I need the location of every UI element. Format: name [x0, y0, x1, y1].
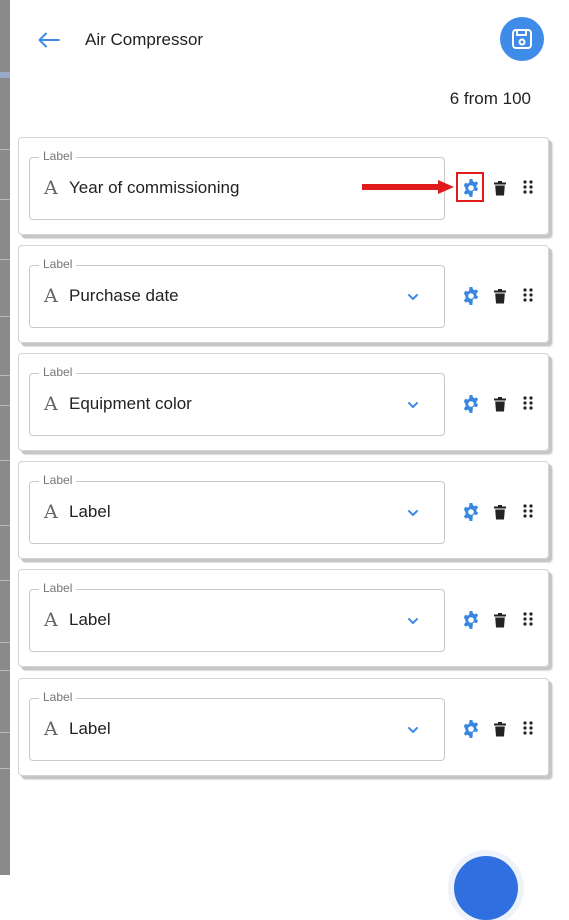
- trash-icon: [494, 180, 506, 195]
- drag-handle-icon: [523, 721, 533, 735]
- drag-handle-icon: [523, 504, 533, 518]
- drag-handle[interactable]: [519, 284, 537, 306]
- delete-field-button[interactable]: [491, 609, 509, 631]
- gear-icon: [463, 611, 479, 629]
- delete-field-button[interactable]: [491, 177, 509, 199]
- chevron-down-icon[interactable]: [406, 723, 420, 737]
- field-label: Label: [39, 365, 77, 379]
- drag-handle-icon: [523, 180, 533, 194]
- text-type-icon: A: [44, 609, 58, 631]
- field-row: Label A Purchase date: [18, 245, 549, 343]
- strip-divider: [0, 580, 10, 581]
- chevron-down-icon[interactable]: [406, 614, 420, 628]
- text-type-icon: A: [44, 285, 58, 307]
- field-row: Label A Label: [18, 461, 549, 559]
- field-value: Label: [69, 610, 111, 629]
- annotation-arrow: [362, 180, 454, 194]
- add-field-button[interactable]: [454, 856, 518, 920]
- strip-accent: [0, 72, 10, 78]
- chevron-down-icon[interactable]: [406, 506, 420, 520]
- gear-icon: [463, 179, 479, 197]
- strip-divider: [0, 460, 10, 461]
- text-type-icon: A: [44, 177, 58, 199]
- chevron-down-icon[interactable]: [406, 290, 420, 304]
- field-value: Year of commissioning: [69, 178, 240, 197]
- delete-field-button[interactable]: [491, 393, 509, 415]
- drag-handle-icon: [523, 612, 533, 626]
- field-label: Label: [39, 581, 77, 595]
- field-value: Purchase date: [69, 286, 179, 305]
- field-settings-button[interactable]: [459, 500, 483, 524]
- field-row: Label A Label: [18, 678, 549, 776]
- delete-field-button[interactable]: [491, 501, 509, 523]
- save-button[interactable]: [500, 17, 544, 61]
- back-button[interactable]: [36, 27, 62, 53]
- gear-icon: [463, 395, 479, 413]
- strip-divider: [0, 768, 10, 769]
- field-name-input[interactable]: Label A Label: [29, 473, 445, 544]
- field-value: Label: [69, 502, 111, 521]
- field-settings-button[interactable]: [459, 176, 483, 200]
- field-label: Label: [39, 149, 77, 163]
- trash-icon: [494, 721, 506, 736]
- field-row: Label A Equipment color: [18, 353, 549, 451]
- field-name-input[interactable]: Label A Purchase date: [29, 257, 445, 328]
- delete-field-button[interactable]: [491, 285, 509, 307]
- field-label: Label: [39, 690, 77, 704]
- drag-handle[interactable]: [519, 176, 537, 198]
- strip-divider: [0, 259, 10, 260]
- field-row: Label A Year of commissioning: [18, 137, 549, 235]
- gear-icon: [463, 720, 479, 738]
- strip-divider: [0, 149, 10, 150]
- background-page-strip: [0, 0, 10, 875]
- drag-handle[interactable]: [519, 500, 537, 522]
- field-counter: 6 from 100: [449, 89, 531, 108]
- gear-icon: [463, 503, 479, 521]
- strip-divider: [0, 525, 10, 526]
- trash-icon: [494, 612, 506, 627]
- field-settings-button[interactable]: [459, 717, 483, 741]
- strip-divider: [0, 199, 10, 200]
- app-header: Air Compressor: [10, 0, 569, 80]
- field-name-input[interactable]: Label A Label: [29, 690, 445, 761]
- drag-handle[interactable]: [519, 608, 537, 630]
- drag-handle-icon: [523, 288, 533, 302]
- text-type-icon: A: [44, 718, 58, 740]
- strip-divider: [0, 732, 10, 733]
- field-settings-button[interactable]: [459, 608, 483, 632]
- strip-divider: [0, 316, 10, 317]
- strip-divider: [0, 375, 10, 376]
- field-label: Label: [39, 257, 77, 271]
- page-title: Air Compressor: [85, 30, 204, 49]
- field-label: Label: [39, 473, 77, 487]
- field-name-input[interactable]: Label A Label: [29, 581, 445, 652]
- arrow-left-icon: [38, 32, 60, 48]
- drag-handle[interactable]: [519, 717, 537, 739]
- delete-field-button[interactable]: [491, 718, 509, 740]
- trash-icon: [494, 288, 506, 303]
- drag-handle-icon: [523, 396, 533, 410]
- field-row: Label A Label: [18, 569, 549, 667]
- strip-divider: [0, 670, 10, 671]
- floppy-disk-icon: [512, 29, 532, 49]
- strip-divider: [0, 642, 10, 643]
- gear-icon: [463, 287, 479, 305]
- field-name-input[interactable]: Label A Equipment color: [29, 365, 445, 436]
- trash-icon: [494, 396, 506, 411]
- field-settings-button[interactable]: [459, 284, 483, 308]
- text-type-icon: A: [44, 501, 58, 523]
- text-type-icon: A: [44, 393, 58, 415]
- drag-handle[interactable]: [519, 392, 537, 414]
- chevron-down-icon[interactable]: [406, 398, 420, 412]
- strip-divider: [0, 405, 10, 406]
- field-value: Equipment color: [69, 394, 192, 413]
- field-settings-button[interactable]: [459, 392, 483, 416]
- trash-icon: [494, 504, 506, 519]
- field-value: Label: [69, 719, 111, 738]
